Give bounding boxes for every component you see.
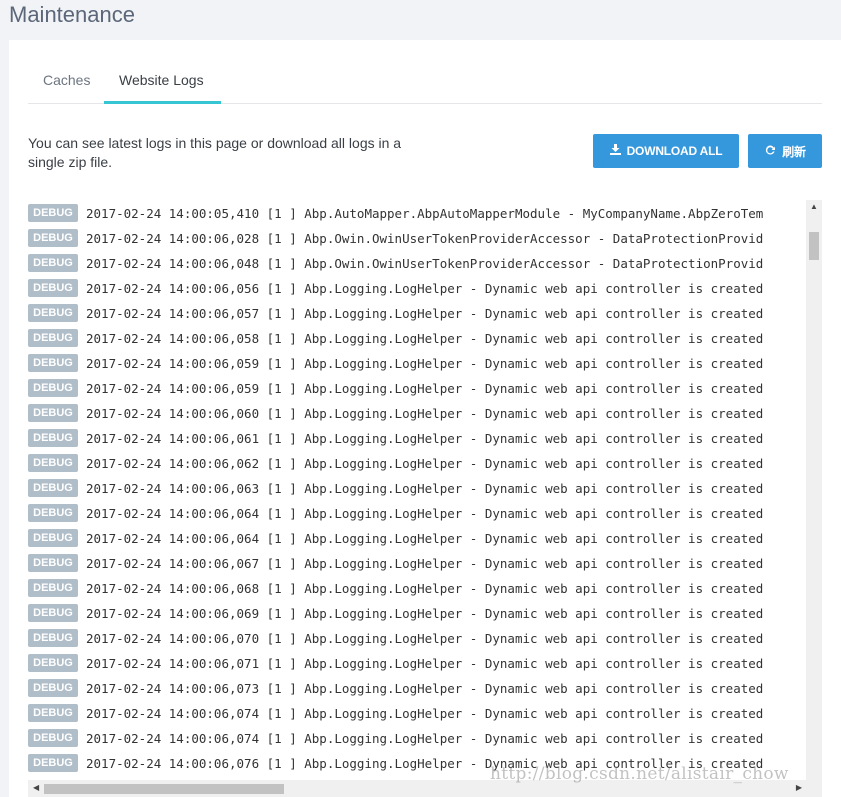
log-row: DEBUG 2017-02-24 14:00:06,069 [1 ] Abp.Lo… [28,600,806,625]
log-row: DEBUG 2017-02-24 14:00:06,063 [1 ] Abp.Lo… [28,475,806,500]
log-message: 2017-02-24 14:00:06,058 [1 ] Abp.Logging… [86,331,764,346]
log-row: DEBUG 2017-02-24 14:00:06,064 [1 ] Abp.Lo… [28,500,806,525]
scroll-right-icon[interactable]: ▶ [796,783,802,792]
log-row: DEBUG 2017-02-24 14:00:06,061 [1 ] Abp.Lo… [28,425,806,450]
download-icon [609,144,621,158]
log-row: DEBUG 2017-02-24 14:00:05,410 [1 ] Abp.Au… [28,200,806,225]
log-message: 2017-02-24 14:00:06,057 [1 ] Abp.Logging… [86,306,764,321]
log-level-badge: DEBUG [28,478,78,497]
log-row: DEBUG 2017-02-24 14:00:06,057 [1 ] Abp.Lo… [28,300,806,325]
log-level-badge: DEBUG [28,453,78,472]
log-message: 2017-02-24 14:00:06,074 [1 ] Abp.Logging… [86,706,764,721]
log-row: DEBUG 2017-02-24 14:00:06,060 [1 ] Abp.Lo… [28,400,806,425]
log-level-badge: DEBUG [28,528,78,547]
log-row: DEBUG 2017-02-24 14:00:06,062 [1 ] Abp.Lo… [28,450,806,475]
log-level-badge: DEBUG [28,628,78,647]
refresh-icon [764,144,776,159]
log-message: 2017-02-24 14:00:06,067 [1 ] Abp.Logging… [86,556,764,571]
log-row: DEBUG 2017-02-24 14:00:06,058 [1 ] Abp.Lo… [28,325,806,350]
log-row: DEBUG 2017-02-24 14:00:06,064 [1 ] Abp.Lo… [28,525,806,550]
maintenance-card: Caches Website Logs You can see latest l… [9,40,841,797]
log-level-badge: DEBUG [28,203,78,222]
vertical-scroll-thumb[interactable] [809,232,819,260]
log-level-badge: DEBUG [28,653,78,672]
log-message: 2017-02-24 14:00:06,073 [1 ] Abp.Logging… [86,681,764,696]
log-message: 2017-02-24 14:00:06,070 [1 ] Abp.Logging… [86,631,764,646]
tab-website-logs[interactable]: Website Logs [104,62,221,104]
refresh-button[interactable]: 刷新 [748,134,822,168]
watermark: http://blog.csdn.net/alistair_chow [490,764,789,784]
log-level-badge: DEBUG [28,503,78,522]
log-level-badge: DEBUG [28,278,78,297]
log-level-badge: DEBUG [28,228,78,247]
log-level-badge: DEBUG [28,378,78,397]
log-message: 2017-02-24 14:00:06,069 [1 ] Abp.Logging… [86,606,764,621]
log-level-badge: DEBUG [28,303,78,322]
log-message: 2017-02-24 14:00:06,048 [1 ] Abp.Owin.Ow… [86,256,764,271]
log-level-badge: DEBUG [28,403,78,422]
log-lines: DEBUG 2017-02-24 14:00:05,410 [1 ] Abp.Au… [28,200,806,780]
scroll-left-icon[interactable]: ◀ [33,783,39,792]
log-level-badge: DEBUG [28,553,78,572]
log-row: DEBUG 2017-02-24 14:00:06,028 [1 ] Abp.Ow… [28,225,806,250]
log-message: 2017-02-24 14:00:06,028 [1 ] Abp.Owin.Ow… [86,231,764,246]
log-level-badge: DEBUG [28,353,78,372]
log-row: DEBUG 2017-02-24 14:00:06,074 [1 ] Abp.Lo… [28,700,806,725]
log-level-badge: DEBUG [28,253,78,272]
log-message: 2017-02-24 14:00:06,056 [1 ] Abp.Logging… [86,281,764,296]
refresh-label: 刷新 [782,144,806,159]
log-message: 2017-02-24 14:00:06,061 [1 ] Abp.Logging… [86,431,764,446]
log-message: 2017-02-24 14:00:06,071 [1 ] Abp.Logging… [86,656,764,671]
log-message: 2017-02-24 14:00:06,062 [1 ] Abp.Logging… [86,456,764,471]
logs-description: You can see latest logs in this page or … [28,135,402,170]
log-level-badge: DEBUG [28,578,78,597]
log-row: DEBUG 2017-02-24 14:00:06,059 [1 ] Abp.Lo… [28,350,806,375]
log-message: 2017-02-24 14:00:06,059 [1 ] Abp.Logging… [86,381,764,396]
log-message: 2017-02-24 14:00:06,068 [1 ] Abp.Logging… [86,581,764,596]
log-row: DEBUG 2017-02-24 14:00:06,048 [1 ] Abp.Ow… [28,250,806,275]
log-level-badge: DEBUG [28,603,78,622]
log-row: DEBUG 2017-02-24 14:00:06,067 [1 ] Abp.Lo… [28,550,806,575]
log-level-badge: DEBUG [28,753,78,772]
scroll-up-icon[interactable]: ▲ [810,202,818,211]
log-row: DEBUG 2017-02-24 14:00:06,071 [1 ] Abp.Lo… [28,650,806,675]
log-row: DEBUG 2017-02-24 14:00:06,073 [1 ] Abp.Lo… [28,675,806,700]
page-title: Maintenance [9,2,135,27]
log-message: 2017-02-24 14:00:06,064 [1 ] Abp.Logging… [86,531,764,546]
download-all-label: DOWNLOAD ALL [626,144,723,158]
log-level-badge: DEBUG [28,678,78,697]
download-all-button[interactable]: DOWNLOAD ALL [593,134,739,168]
log-row: DEBUG 2017-02-24 14:00:06,056 [1 ] Abp.Lo… [28,275,806,300]
log-row: DEBUG 2017-02-24 14:00:06,074 [1 ] Abp.Lo… [28,725,806,750]
log-message: 2017-02-24 14:00:06,064 [1 ] Abp.Logging… [86,506,764,521]
log-row: DEBUG 2017-02-24 14:00:06,070 [1 ] Abp.Lo… [28,625,806,650]
log-level-badge: DEBUG [28,428,78,447]
log-message: 2017-02-24 14:00:06,074 [1 ] Abp.Logging… [86,731,764,746]
tab-bar: Caches Website Logs [28,62,822,104]
log-viewer[interactable]: DEBUG 2017-02-24 14:00:05,410 [1 ] Abp.Au… [28,200,822,797]
log-message: 2017-02-24 14:00:06,059 [1 ] Abp.Logging… [86,356,764,371]
log-message: 2017-02-24 14:00:05,410 [1 ] Abp.AutoMap… [86,206,764,221]
tab-caches[interactable]: Caches [28,62,104,104]
log-row: DEBUG 2017-02-24 14:00:06,068 [1 ] Abp.Lo… [28,575,806,600]
horizontal-scroll-thumb[interactable] [44,784,284,794]
log-level-badge: DEBUG [28,703,78,722]
log-level-badge: DEBUG [28,328,78,347]
log-row: DEBUG 2017-02-24 14:00:06,059 [1 ] Abp.Lo… [28,375,806,400]
vertical-scrollbar[interactable]: ▲ [806,200,822,780]
log-level-badge: DEBUG [28,728,78,747]
log-message: 2017-02-24 14:00:06,060 [1 ] Abp.Logging… [86,406,764,421]
log-message: 2017-02-24 14:00:06,063 [1 ] Abp.Logging… [86,481,764,496]
